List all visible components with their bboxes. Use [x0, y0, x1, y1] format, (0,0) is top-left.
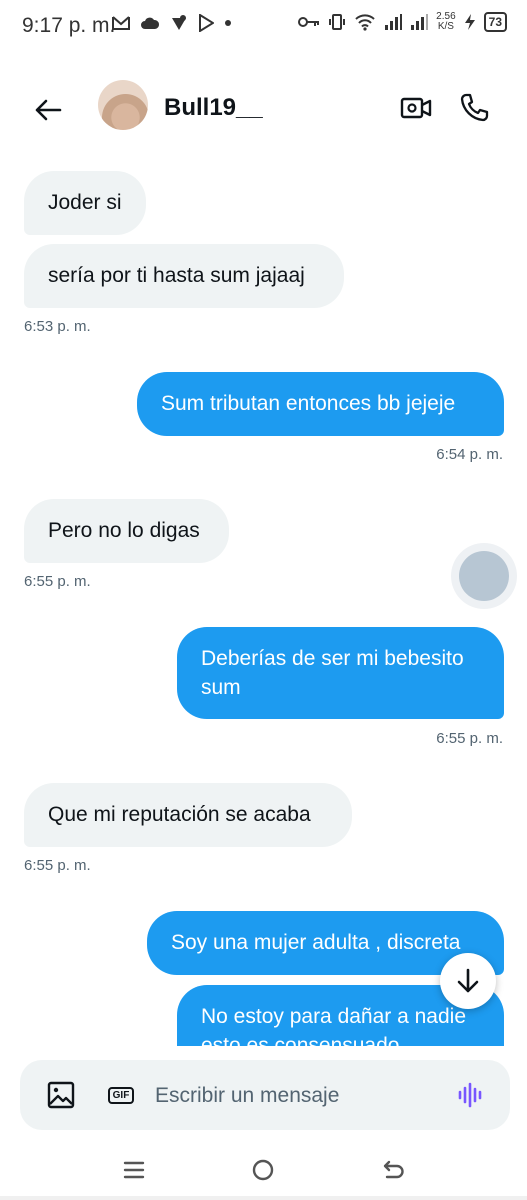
phone-icon — [460, 93, 489, 122]
message-bubble-incoming[interactable]: Pero no lo digas — [24, 499, 229, 563]
recent-apps-button[interactable] — [112, 1148, 156, 1192]
message-text: Pero no lo digas — [48, 519, 200, 542]
message-text: sería por ti hasta sum jajaaj — [48, 264, 305, 287]
return-arrow-icon — [383, 1160, 404, 1179]
wifi-icon — [355, 14, 375, 31]
system-status: 2.56 K/S 73 — [298, 12, 507, 32]
gif-icon: GIF — [107, 1086, 135, 1104]
network-speed: 2.56 K/S — [436, 12, 455, 32]
status-bar: 9:17 p. m. 2.56 K/S 73 — [0, 0, 527, 56]
message-timestamp: 6:55 p. m. — [436, 730, 503, 747]
message-bubble-incoming[interactable]: sería por ti hasta sum jajaaj — [24, 244, 344, 308]
message-timestamp: 6:55 p. m. — [24, 573, 91, 590]
floating-avatar-placeholder — [459, 551, 509, 601]
status-time: 9:17 p. m. — [22, 14, 116, 37]
message-timestamp: 6:54 p. m. — [436, 446, 503, 463]
scroll-to-bottom-button[interactable] — [440, 953, 496, 1009]
video-camera-icon — [400, 97, 432, 119]
message-text: Sum tributan entonces bb jejeje — [161, 392, 456, 415]
navigation-divider — [0, 1196, 527, 1200]
back-nav-button[interactable] — [372, 1148, 416, 1192]
voice-call-button[interactable] — [454, 88, 494, 128]
message-text: Que mi reputación se acaba — [48, 803, 311, 826]
arrow-down-icon — [457, 968, 479, 993]
menu-lines-icon — [123, 1161, 145, 1179]
signal-icon-1 — [385, 14, 403, 30]
floating-avatar-button[interactable] — [451, 543, 517, 609]
add-image-button[interactable] — [46, 1080, 76, 1110]
message-bubble-outgoing[interactable]: Sum tributan entonces bb jejeje — [137, 372, 504, 436]
system-navigation-bar — [0, 1140, 527, 1200]
play-store-icon — [199, 14, 214, 32]
video-call-button[interactable] — [396, 88, 436, 128]
add-gif-button[interactable]: GIF — [106, 1080, 136, 1110]
location-check-icon — [172, 15, 186, 30]
contact-name[interactable]: Bull19__ — [164, 94, 263, 122]
message-input[interactable] — [155, 1082, 445, 1110]
arrow-left-icon — [35, 99, 62, 121]
message-bubble-incoming[interactable]: Joder si — [24, 171, 146, 235]
signal-icon-2 — [411, 14, 429, 30]
back-button[interactable] — [28, 90, 68, 130]
key-icon — [298, 17, 320, 27]
voice-waveform-icon — [458, 1082, 482, 1108]
message-timestamp: 6:55 p. m. — [24, 857, 91, 874]
conversation-header: Bull19__ — [0, 70, 527, 146]
notification-icons — [112, 14, 232, 32]
vibrate-icon — [329, 14, 346, 30]
message-text: Joder si — [48, 191, 122, 214]
image-icon — [47, 1081, 75, 1109]
message-bubble-incoming[interactable]: Que mi reputación se acaba — [24, 783, 352, 847]
charging-icon — [464, 14, 475, 30]
gmail-icon — [112, 16, 130, 30]
home-button[interactable] — [241, 1148, 285, 1192]
battery-level: 73 — [483, 12, 507, 32]
message-composer: GIF — [20, 1060, 510, 1130]
dot-icon — [225, 20, 231, 26]
voice-message-button[interactable] — [456, 1080, 486, 1110]
cloud-icon — [141, 17, 160, 29]
network-speed-unit: K/S — [437, 21, 454, 32]
message-text: Soy una mujer adulta , discreta — [171, 931, 461, 954]
message-timestamp: 6:53 p. m. — [24, 318, 91, 335]
message-bubble-outgoing[interactable]: Deberías de ser mi bebesito sum — [177, 627, 504, 719]
home-circle-icon — [252, 1159, 274, 1181]
message-text: Deberías de ser mi bebesito sum — [201, 647, 464, 699]
contact-avatar[interactable] — [98, 80, 148, 130]
